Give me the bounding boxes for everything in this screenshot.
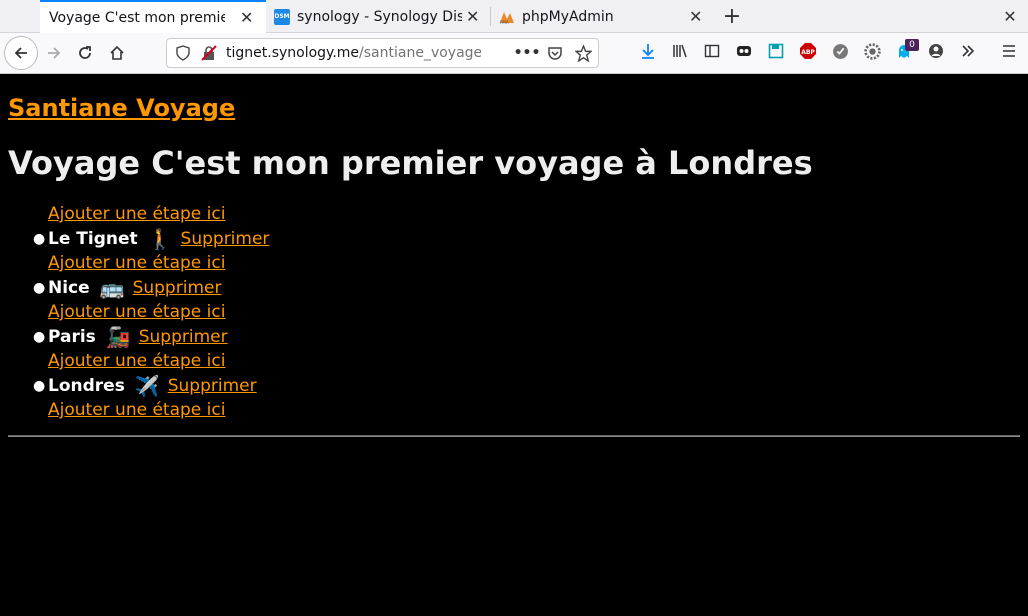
new-tab-button[interactable]: +: [720, 4, 744, 29]
save-icon[interactable]: [766, 41, 786, 61]
overflow-chevron-icon[interactable]: [958, 41, 978, 61]
airplane-icon: ✈️: [134, 374, 160, 398]
bullet: ●: [33, 280, 46, 296]
tab-manager-icon[interactable]: [734, 41, 754, 61]
pocket-icon[interactable]: [545, 43, 565, 63]
add-stage-link[interactable]: Ajouter une étape ici: [48, 398, 269, 423]
insecure-lock-icon[interactable]: [199, 43, 219, 63]
pma-icon: PMA: [499, 9, 515, 25]
stage-list: Ajouter une étape ici ● Le Tignet 🚶 Supp…: [33, 202, 270, 423]
url-host: tignet.synology.me: [226, 45, 360, 61]
hiker-icon: 🚶: [147, 227, 173, 251]
list-item: ● Paris 🚂 Supprimer: [33, 325, 269, 349]
horizontal-rule: [8, 435, 1020, 437]
stage-name: Le Tignet: [48, 229, 138, 249]
account-icon[interactable]: [926, 41, 946, 61]
page-content: Santiane Voyage Voyage C'est mon premier…: [0, 74, 1028, 616]
back-arrow-icon: [14, 47, 27, 59]
library-icon[interactable]: [670, 41, 690, 61]
stage-name: Paris: [48, 327, 96, 347]
train-icon: 🚂: [105, 325, 131, 349]
tab-strip: Voyage C'est mon premier v ✕ DSM synolog…: [0, 0, 1028, 33]
tab-title: synology - Synology Disk: [297, 8, 462, 25]
tab-synology[interactable]: DSM synology - Synology Disk ✕: [266, 0, 491, 33]
bullet: ●: [33, 329, 46, 345]
tab-phpmyadmin[interactable]: PMA phpMyAdmin ✕: [491, 0, 716, 33]
shield-icon[interactable]: [173, 43, 193, 63]
close-icon[interactable]: ✕: [689, 7, 702, 26]
home-button[interactable]: [106, 42, 128, 64]
url-path: /santiane_voyage/vi: [359, 45, 481, 61]
list-item: ● Londres ✈️ Supprimer: [33, 374, 269, 398]
url-text[interactable]: tignet.synology.me/santiane_voyage/vi: [226, 45, 481, 61]
site-title-link[interactable]: Santiane Voyage: [8, 94, 235, 122]
forward-button[interactable]: [43, 42, 65, 64]
close-icon[interactable]: ✕: [240, 8, 253, 27]
sidebar-icon[interactable]: [702, 41, 722, 61]
back-button[interactable]: [4, 36, 38, 70]
reload-icon: [79, 46, 91, 59]
dsm-icon: DSM: [274, 8, 290, 25]
delete-stage-link[interactable]: Supprimer: [133, 276, 222, 300]
bullet: ●: [33, 378, 46, 394]
stage-name: Nice: [48, 278, 90, 298]
download-icon[interactable]: [638, 41, 658, 61]
bus-icon: 🚌: [99, 276, 125, 300]
home-icon: [110, 45, 124, 60]
add-stage-link[interactable]: Ajouter une étape ici: [48, 202, 269, 227]
check-extension-icon[interactable]: [830, 41, 850, 61]
url-bar[interactable]: tignet.synology.me/santiane_voyage/vi ••…: [166, 38, 599, 68]
gear-extension-icon[interactable]: [862, 41, 882, 61]
tab-title: Voyage C'est mon premier v: [49, 9, 225, 26]
delete-stage-link[interactable]: Supprimer: [139, 325, 228, 349]
reload-button[interactable]: [74, 42, 96, 64]
svg-text:ABP: ABP: [801, 49, 815, 56]
tab-voyage[interactable]: Voyage C'est mon premier v ✕: [40, 0, 266, 33]
adblock-icon[interactable]: ABP: [798, 41, 818, 61]
add-stage-link[interactable]: Ajouter une étape ici: [48, 251, 269, 276]
page-title: Voyage C'est mon premier voyage à Londre…: [8, 144, 813, 182]
tab-title: phpMyAdmin: [522, 8, 614, 25]
list-item: ● Le Tignet 🚶 Supprimer: [33, 227, 270, 251]
bookmark-star-icon[interactable]: [573, 43, 593, 63]
add-stage-link[interactable]: Ajouter une étape ici: [48, 300, 269, 325]
page-actions-icon[interactable]: •••: [514, 43, 541, 63]
bullet: ●: [33, 231, 46, 247]
close-window-button[interactable]: ✕: [1000, 6, 1020, 26]
svg-text:PMA: PMA: [500, 20, 509, 25]
hamburger-menu-icon[interactable]: [999, 41, 1019, 61]
stage-name: Londres: [48, 376, 125, 396]
ghostery-badge: 0: [905, 39, 919, 51]
nav-bar: tignet.synology.me/santiane_voyage/vi ••…: [0, 33, 1028, 74]
add-stage-link[interactable]: Ajouter une étape ici: [48, 349, 269, 374]
forward-arrow-icon: [48, 47, 61, 59]
list-item: ● Nice 🚌 Supprimer: [33, 276, 269, 300]
close-icon[interactable]: ✕: [466, 7, 479, 26]
delete-stage-link[interactable]: Supprimer: [168, 374, 257, 398]
delete-stage-link[interactable]: Supprimer: [181, 227, 270, 251]
